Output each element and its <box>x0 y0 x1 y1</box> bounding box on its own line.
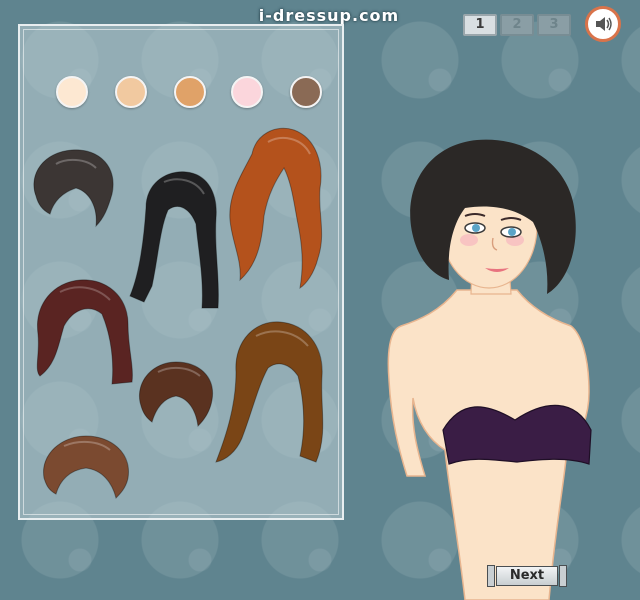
page-tab-1[interactable]: 1 <box>463 14 497 36</box>
next-button-left-cap <box>487 565 495 587</box>
sound-toggle-button[interactable] <box>585 6 621 42</box>
hairstyle-option-2[interactable] <box>124 168 224 316</box>
next-button-right-cap <box>559 565 567 587</box>
next-button-label: Next <box>496 566 558 586</box>
skin-tone-swatch-2[interactable] <box>115 76 147 108</box>
hairstyle-option-4[interactable] <box>24 274 138 386</box>
next-button[interactable]: Next <box>487 564 567 588</box>
hairstyle-option-1[interactable] <box>26 144 120 228</box>
hairstyle-option-5[interactable] <box>134 356 218 430</box>
skin-tone-swatch-5[interactable] <box>290 76 322 108</box>
dress-up-model <box>387 139 592 600</box>
page-tab-2[interactable]: 2 <box>500 14 534 36</box>
page-tab-3[interactable]: 3 <box>537 14 571 36</box>
skin-tone-swatch-3[interactable] <box>174 76 206 108</box>
skin-tone-swatch-4[interactable] <box>231 76 263 108</box>
speaker-icon <box>596 17 612 31</box>
skin-tone-swatch-1[interactable] <box>56 76 88 108</box>
hairstyle-option-7[interactable] <box>38 432 134 500</box>
site-logo[interactable]: i-dressup.com <box>243 6 415 25</box>
hairstyle-option-3[interactable] <box>218 124 332 290</box>
hairstyle-option-6[interactable] <box>212 316 332 468</box>
hairstyle-selection-panel <box>18 24 344 520</box>
